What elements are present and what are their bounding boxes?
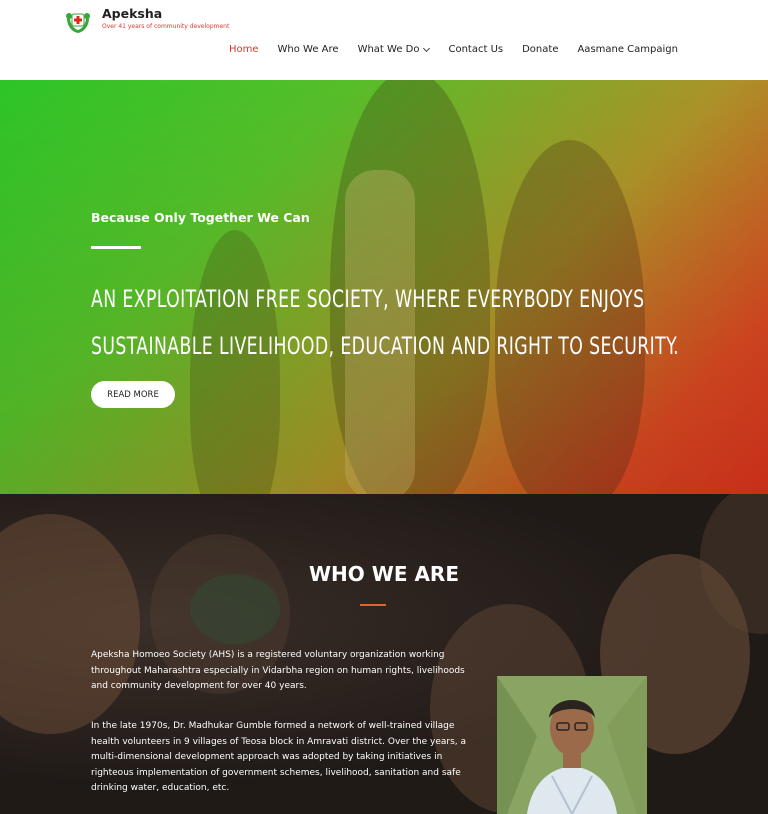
main-nav: Home Who We Are What We Do Contact Us Do… (229, 44, 678, 55)
hero-title: AN EXPLOITATION FREE SOCIETY, WHERE EVER… (91, 276, 683, 370)
hero-subtitle: Because Only Together We Can (91, 210, 310, 225)
brand-tagline: Over 41 years of community development (102, 23, 230, 30)
nav-aasmane-campaign[interactable]: Aasmane Campaign (577, 44, 678, 55)
nav-what-we-do[interactable]: What We Do (357, 44, 431, 55)
nav-donate[interactable]: Donate (522, 44, 558, 55)
bg-photo-face (0, 514, 140, 734)
hero-banner: Because Only Together We Can AN EXPLOITA… (0, 80, 768, 494)
read-more-button[interactable]: READ MORE (91, 381, 175, 408)
who-we-are-heading: WHO WE ARE (309, 562, 459, 586)
founder-portrait (497, 676, 647, 814)
who-we-are-divider (360, 604, 386, 606)
hero-title-line-2: SUSTAINABLE LIVELIHOOD, EDUCATION AND RI… (91, 332, 680, 360)
nav-who-we-are[interactable]: Who We Are (278, 44, 339, 55)
logo[interactable]: Apeksha Over 41 years of community devel… (64, 6, 229, 34)
nav-home[interactable]: Home (229, 44, 259, 55)
hero-divider (91, 246, 141, 249)
cross-hands-icon (66, 13, 90, 33)
hero-title-line-1: AN EXPLOITATION FREE SOCIETY, WHERE EVER… (91, 285, 645, 313)
brand-name[interactable]: Apeksha (102, 6, 229, 22)
chevron-down-icon (423, 44, 431, 52)
who-paragraph-1: Apeksha Homoeo Society (AHS) is a regist… (91, 650, 465, 691)
founder-photo-icon (497, 676, 647, 814)
nav-contact-us[interactable]: Contact Us (448, 44, 503, 55)
site-header: Apeksha Over 41 years of community devel… (0, 0, 768, 80)
who-paragraph-2: In the late 1970s, Dr. Madhukar Gumble f… (91, 721, 467, 793)
nav-what-we-do-label: What We Do (357, 44, 420, 55)
